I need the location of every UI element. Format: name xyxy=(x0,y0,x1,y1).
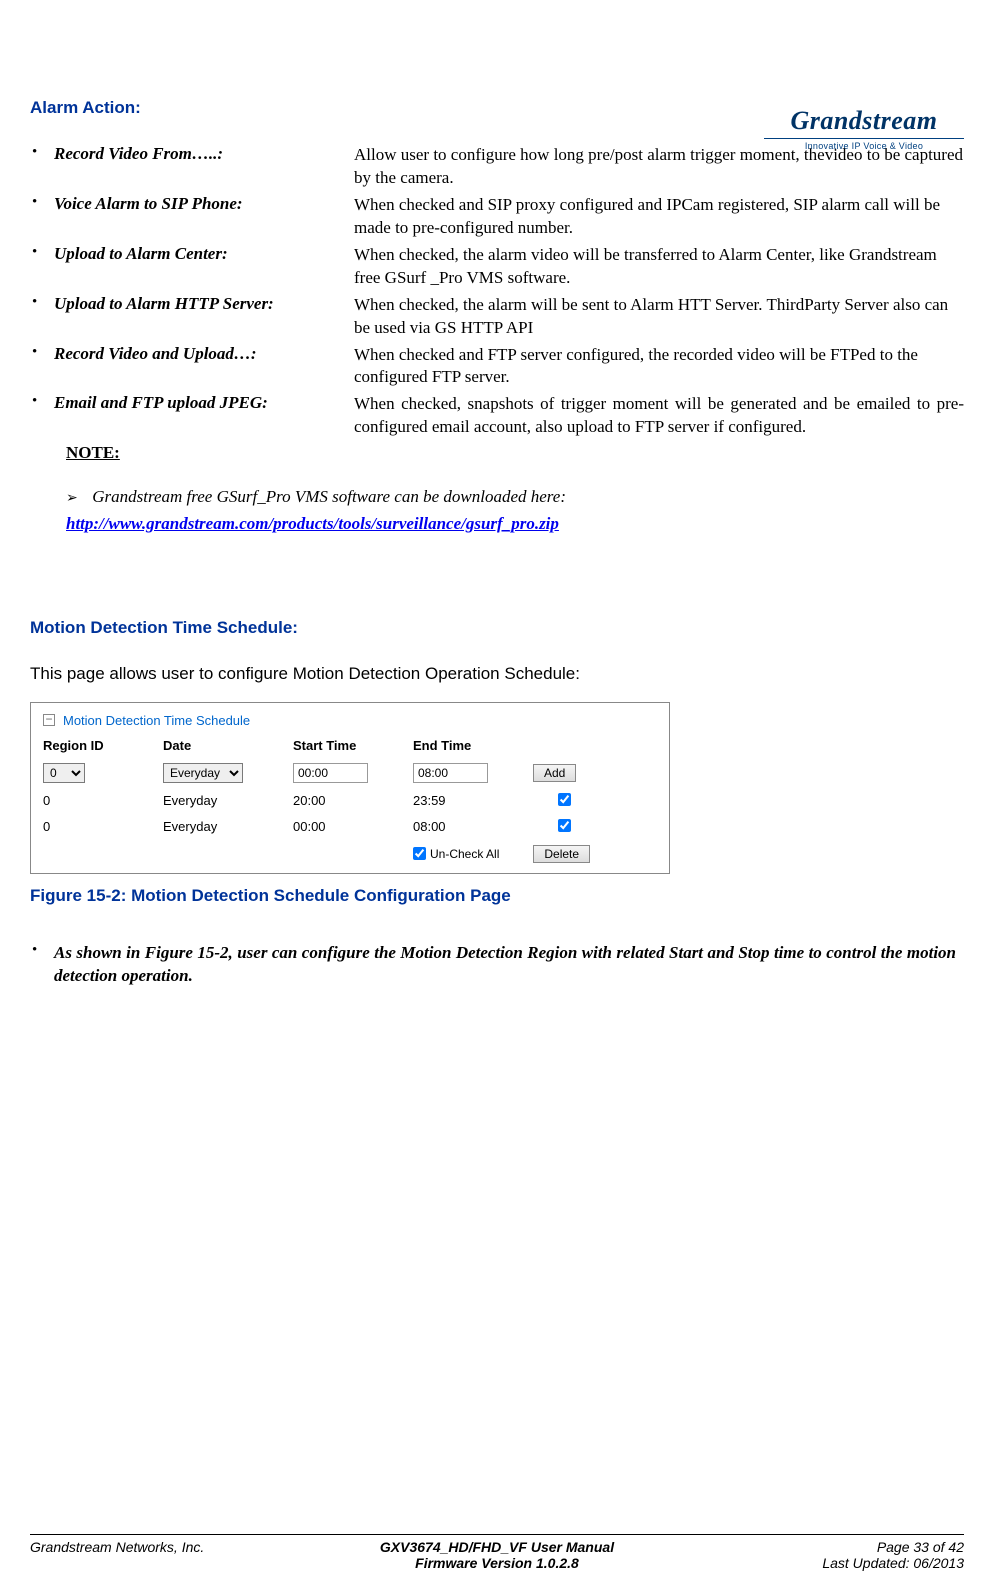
logo-tagline: Innovative IP Voice & Video xyxy=(764,138,964,151)
bullet-icon: • xyxy=(30,244,54,290)
col-header-region: Region ID xyxy=(43,738,163,753)
action-desc: When checked, the alarm video will be tr… xyxy=(354,244,964,290)
figure-note: • As shown in Figure 15-2, user can conf… xyxy=(30,942,964,988)
action-desc: When checked, snapshots of trigger momen… xyxy=(354,393,964,439)
cell-end: 08:00 xyxy=(413,819,533,834)
download-link[interactable]: http://www.grandstream.com/products/tool… xyxy=(66,514,559,533)
footer-firmware: Firmware Version 1.0.2.8 xyxy=(415,1555,579,1571)
action-label: Email and FTP upload JPEG: xyxy=(54,393,354,439)
action-desc: When checked, the alarm will be sent to … xyxy=(354,294,964,340)
list-item: • Record Video and Upload…: When checked… xyxy=(30,344,964,390)
motion-schedule-intro: This page allows user to configure Motio… xyxy=(30,664,964,684)
action-desc: When checked and SIP proxy configured an… xyxy=(354,194,964,240)
list-item: • Email and FTP upload JPEG: When checke… xyxy=(30,393,964,439)
action-label: Upload to Alarm HTTP Server: xyxy=(54,294,354,340)
brand-logo: Grandstream Innovative IP Voice & Video xyxy=(764,106,964,151)
cell-end: 23:59 xyxy=(413,793,533,808)
note-heading: NOTE: xyxy=(66,443,964,463)
action-label: Record Video From…..: xyxy=(54,144,354,190)
cell-start: 00:00 xyxy=(293,819,413,834)
chevron-right-icon: ➢ xyxy=(66,486,88,508)
list-item: • Upload to Alarm Center: When checked, … xyxy=(30,244,964,290)
list-item: • Upload to Alarm HTTP Server: When chec… xyxy=(30,294,964,340)
logo-text: Grandstream xyxy=(764,106,964,136)
figure-note-text: As shown in Figure 15-2, user can config… xyxy=(54,942,964,988)
row-checkbox[interactable] xyxy=(558,819,571,832)
cell-start: 20:00 xyxy=(293,793,413,808)
bullet-icon: • xyxy=(30,942,54,988)
cell-region: 0 xyxy=(43,819,163,834)
note-text: Grandstream free GSurf_Pro VMS software … xyxy=(92,487,566,506)
action-label: Record Video and Upload…: xyxy=(54,344,354,390)
action-label: Upload to Alarm Center: xyxy=(54,244,354,290)
bullet-icon: • xyxy=(30,294,54,340)
cell-date: Everyday xyxy=(163,819,293,834)
col-header-end: End Time xyxy=(413,738,533,753)
cell-region: 0 xyxy=(43,793,163,808)
col-header-start: Start Time xyxy=(293,738,413,753)
date-select[interactable]: Everyday xyxy=(163,763,243,783)
footer-company: Grandstream Networks, Inc. xyxy=(30,1539,341,1571)
bullet-icon: • xyxy=(30,194,54,240)
motion-schedule-heading: Motion Detection Time Schedule: xyxy=(30,618,964,638)
schedule-config-panel: − Motion Detection Time Schedule Region … xyxy=(30,702,670,874)
bullet-icon: • xyxy=(30,393,54,439)
footer-divider xyxy=(30,1534,964,1535)
collapse-icon[interactable]: − xyxy=(43,714,55,726)
end-time-input[interactable] xyxy=(413,763,488,783)
footer-updated: Last Updated: 06/2013 xyxy=(822,1555,964,1571)
action-label: Voice Alarm to SIP Phone: xyxy=(54,194,354,240)
note-section: ➢ Grandstream free GSurf_Pro VMS softwar… xyxy=(66,483,964,537)
list-item: • Voice Alarm to SIP Phone: When checked… xyxy=(30,194,964,240)
add-button[interactable]: Add xyxy=(533,764,576,782)
figure-caption: Figure 15-2: Motion Detection Schedule C… xyxy=(30,886,964,906)
bullet-icon: • xyxy=(30,144,54,190)
start-time-input[interactable] xyxy=(293,763,368,783)
row-checkbox[interactable] xyxy=(558,793,571,806)
bullet-icon: • xyxy=(30,344,54,390)
action-list: • Record Video From…..: Allow user to co… xyxy=(30,144,964,463)
page-footer: Grandstream Networks, Inc. GXV3674_HD/FH… xyxy=(30,1539,964,1571)
col-header-date: Date xyxy=(163,738,293,753)
region-select[interactable]: 0 xyxy=(43,763,85,783)
footer-manual: GXV3674_HD/FHD_VF User Manual xyxy=(380,1539,614,1555)
delete-button[interactable]: Delete xyxy=(533,845,590,863)
uncheck-all-checkbox[interactable] xyxy=(413,847,426,860)
action-desc: When checked and FTP server configured, … xyxy=(354,344,964,390)
footer-page: Page 33 of 42 xyxy=(877,1539,964,1555)
uncheck-all-label: Un-Check All xyxy=(430,847,499,861)
panel-title: Motion Detection Time Schedule xyxy=(63,713,250,728)
cell-date: Everyday xyxy=(163,793,293,808)
